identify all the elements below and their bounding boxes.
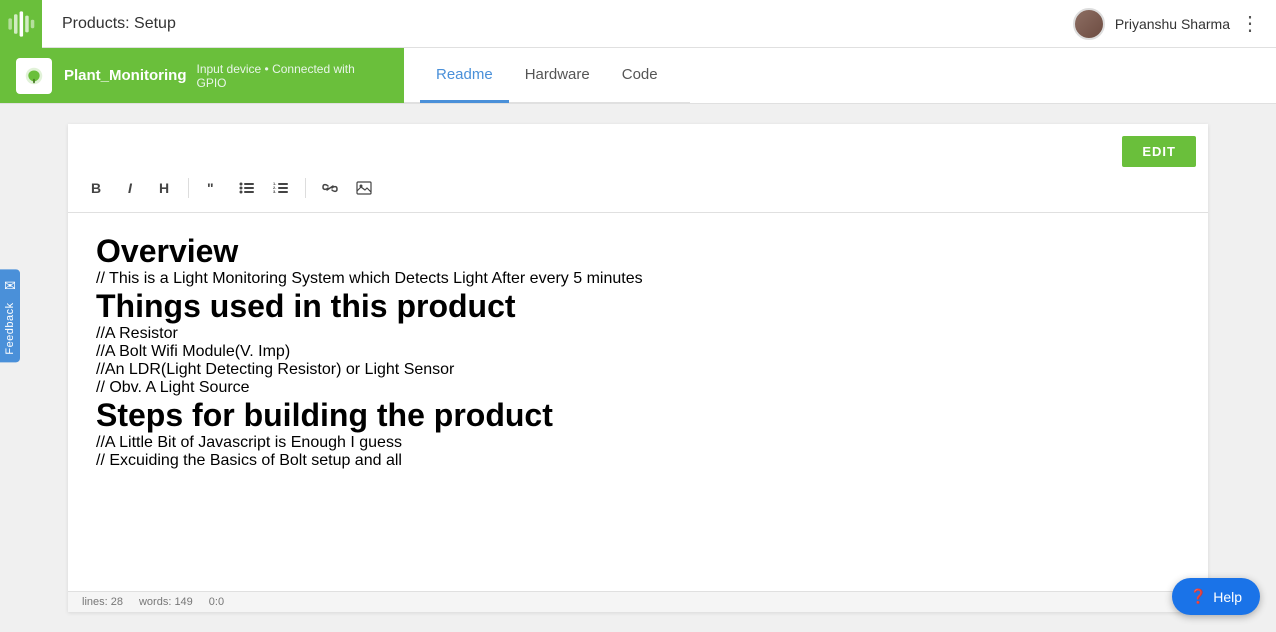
product-icon (16, 58, 52, 94)
tabs-bar: Readme Hardware Code (404, 48, 690, 103)
section1-text: // This is a Light Monitoring System whi… (96, 270, 1180, 288)
section2-heading: Things used in this product (96, 288, 1180, 325)
avatar (1073, 8, 1105, 40)
section3-heading: Steps for building the product (96, 397, 1180, 434)
feedback-label: Feedback (4, 302, 16, 354)
bold-button[interactable]: B (82, 174, 110, 202)
ordered-list-button[interactable]: 1. 2. 3. (267, 174, 295, 202)
list-item: //A Bolt Wifi Module(V. Imp) (96, 343, 1180, 361)
status-lines: lines: 28 (82, 596, 123, 608)
navbar-right: Priyanshu Sharma ⋮ (1073, 8, 1260, 40)
plant-icon (23, 65, 45, 87)
section3-items: //A Little Bit of Javascript is Enough I… (96, 434, 1180, 470)
svg-text:": " (207, 181, 214, 195)
help-button[interactable]: ❓ Help (1172, 578, 1260, 615)
svg-text:3.: 3. (273, 189, 276, 194)
list-item: //A Resistor (96, 325, 1180, 343)
section1-heading: Overview (96, 233, 1180, 270)
image-button[interactable] (350, 174, 378, 202)
header-row: Plant_Monitoring Input device • Connecte… (0, 48, 1276, 104)
list-item: //An LDR(Light Detecting Resistor) or Li… (96, 361, 1180, 379)
editor-content[interactable]: Overview // This is a Light Monitoring S… (68, 213, 1208, 591)
status-cursor: 0:0 (209, 596, 224, 608)
quote-button[interactable]: " (199, 174, 227, 202)
quote-icon: " (206, 181, 220, 195)
list-item: //A Little Bit of Javascript is Enough I… (96, 434, 1180, 452)
edit-button[interactable]: EDIT (1122, 136, 1196, 167)
menu-dots-icon[interactable]: ⋮ (1240, 11, 1260, 36)
link-icon (322, 181, 338, 195)
link-button[interactable] (316, 174, 344, 202)
product-header: Plant_Monitoring Input device • Connecte… (0, 48, 404, 103)
editor-container: EDIT B I H " 1. 2. (68, 124, 1208, 612)
editor-toolbar: B I H " 1. 2. 3. (68, 164, 1208, 213)
page-title: Products: Setup (62, 15, 176, 33)
user-name: Priyanshu Sharma (1115, 16, 1230, 32)
navbar: Products: Setup Priyanshu Sharma ⋮ (0, 0, 1276, 48)
content-area: EDIT B I H " 1. 2. (0, 104, 1276, 632)
toolbar-separator-2 (305, 178, 306, 198)
navbar-left: Products: Setup (16, 0, 176, 48)
status-bar: lines: 28 words: 149 0:0 (68, 591, 1208, 612)
help-icon: ❓ (1190, 588, 1207, 605)
feedback-panel[interactable]: ✉ Feedback (0, 269, 20, 362)
product-name: Plant_Monitoring (64, 67, 187, 84)
list-item: // Obv. A Light Source (96, 379, 1180, 397)
section2-items: //A Resistor //A Bolt Wifi Module(V. Imp… (96, 325, 1180, 397)
toolbar-separator-1 (188, 178, 189, 198)
product-description: Input device • Connected with GPIO (197, 62, 389, 90)
help-label: Help (1213, 589, 1242, 605)
logo (0, 0, 42, 48)
tab-readme[interactable]: Readme (420, 49, 509, 103)
tab-code[interactable]: Code (606, 49, 674, 103)
feedback-icon: ✉ (4, 277, 16, 294)
italic-button[interactable]: I (116, 174, 144, 202)
heading-button[interactable]: H (150, 174, 178, 202)
ordered-list-icon: 1. 2. 3. (273, 181, 289, 195)
logo-icon (7, 10, 35, 38)
list-item: // Excuiding the Basics of Bolt setup an… (96, 452, 1180, 470)
unordered-list-button[interactable] (233, 174, 261, 202)
image-icon (356, 181, 372, 195)
unordered-list-icon (239, 181, 255, 195)
status-words: words: 149 (139, 596, 193, 608)
tab-hardware[interactable]: Hardware (509, 49, 606, 103)
editor-scroll-wrapper: Overview // This is a Light Monitoring S… (68, 213, 1208, 591)
